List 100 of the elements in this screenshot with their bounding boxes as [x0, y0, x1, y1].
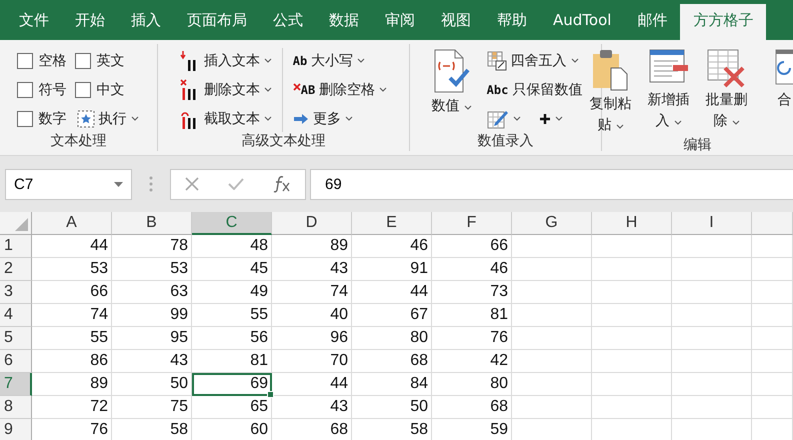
- table-cell[interactable]: 72: [32, 396, 112, 419]
- row-header[interactable]: 8: [0, 396, 32, 419]
- table-cell[interactable]: 69: [192, 373, 272, 396]
- table-cell[interactable]: 60: [192, 419, 272, 440]
- table-cell[interactable]: 91: [352, 258, 432, 281]
- table-cell[interactable]: [592, 373, 672, 396]
- table-cell[interactable]: 84: [352, 373, 432, 396]
- ribbon-button[interactable]: 数值: [426, 48, 477, 117]
- ribbon-tab[interactable]: 视图: [428, 0, 484, 40]
- table-cell[interactable]: 67: [352, 304, 432, 327]
- function-icon[interactable]: [272, 175, 291, 193]
- column-header[interactable]: E: [352, 212, 432, 235]
- checkbox[interactable]: [16, 110, 32, 126]
- table-cell[interactable]: 56: [192, 327, 272, 350]
- checkbox[interactable]: [16, 82, 32, 98]
- table-cell[interactable]: 76: [432, 327, 512, 350]
- table-cell[interactable]: 73: [432, 281, 512, 304]
- ribbon-tab[interactable]: 开始: [62, 0, 118, 40]
- table-cell[interactable]: 75: [112, 396, 192, 419]
- checkbox[interactable]: [74, 52, 90, 68]
- table-cell[interactable]: [512, 373, 592, 396]
- row-header[interactable]: 1: [0, 235, 32, 258]
- table-cell[interactable]: 99: [112, 304, 192, 327]
- row-header[interactable]: 3: [0, 281, 32, 304]
- ribbon-button[interactable]: 更多: [290, 106, 390, 131]
- name-box[interactable]: C7: [5, 168, 132, 200]
- table-cell[interactable]: 53: [112, 258, 192, 281]
- table-cell[interactable]: [752, 304, 793, 327]
- table-cell[interactable]: [512, 350, 592, 373]
- row-header[interactable]: 5: [0, 327, 32, 350]
- table-cell[interactable]: [752, 396, 793, 419]
- ribbon-tab[interactable]: 公式: [260, 0, 316, 40]
- ribbon-button[interactable]: Ab 大小写: [290, 48, 390, 73]
- checkbox[interactable]: [16, 52, 32, 68]
- table-cell[interactable]: 48: [192, 235, 272, 258]
- column-header[interactable]: [752, 212, 793, 235]
- table-cell[interactable]: 42: [432, 350, 512, 373]
- ribbon-button[interactable]: 删除文本: [178, 77, 274, 102]
- table-cell[interactable]: 68: [352, 350, 432, 373]
- row-header[interactable]: 9: [0, 419, 32, 440]
- table-cell[interactable]: [672, 304, 752, 327]
- table-cell[interactable]: 43: [112, 350, 192, 373]
- ribbon-button[interactable]: 执行: [74, 106, 140, 131]
- ribbon-tab[interactable]: 数据: [316, 0, 372, 40]
- table-cell[interactable]: 44: [32, 235, 112, 258]
- table-cell[interactable]: 44: [272, 373, 352, 396]
- table-cell[interactable]: 50: [352, 396, 432, 419]
- table-cell[interactable]: 70: [272, 350, 352, 373]
- table-cell[interactable]: [672, 396, 752, 419]
- table-cell[interactable]: 44: [352, 281, 432, 304]
- ribbon-button[interactable]: Abc 只保留数值: [484, 77, 584, 102]
- ribbon-button[interactable]: 截取文本: [178, 106, 274, 131]
- table-cell[interactable]: 59: [432, 419, 512, 440]
- table-cell[interactable]: [512, 396, 592, 419]
- column-header[interactable]: C: [192, 212, 272, 235]
- table-cell[interactable]: 66: [32, 281, 112, 304]
- table-cell[interactable]: 89: [32, 373, 112, 396]
- ribbon-button[interactable]: 合: [760, 48, 793, 111]
- ribbon-tab[interactable]: 方方格子: [680, 4, 766, 40]
- table-cell[interactable]: 40: [272, 304, 352, 327]
- cancel-icon[interactable]: [185, 177, 200, 191]
- table-cell[interactable]: 68: [272, 419, 352, 440]
- row-header[interactable]: 7: [0, 373, 32, 396]
- table-cell[interactable]: [592, 281, 672, 304]
- table-cell[interactable]: 46: [432, 258, 512, 281]
- table-cell[interactable]: 74: [32, 304, 112, 327]
- formula-input[interactable]: 69: [310, 168, 793, 200]
- column-header[interactable]: G: [512, 212, 592, 235]
- table-cell[interactable]: [592, 258, 672, 281]
- table-cell[interactable]: [592, 327, 672, 350]
- table-cell[interactable]: [672, 258, 752, 281]
- select-all-icon[interactable]: [15, 218, 28, 231]
- table-cell[interactable]: 89: [272, 235, 352, 258]
- table-cell[interactable]: 95: [112, 327, 192, 350]
- check-icon[interactable]: [228, 178, 244, 190]
- table-cell[interactable]: [512, 235, 592, 258]
- table-cell[interactable]: [752, 327, 793, 350]
- column-header[interactable]: I: [672, 212, 752, 235]
- table-cell[interactable]: 55: [192, 304, 272, 327]
- table-cell[interactable]: 55: [32, 327, 112, 350]
- table-cell[interactable]: [592, 304, 672, 327]
- table-cell[interactable]: [752, 281, 793, 304]
- ribbon-button[interactable]: 批量删除: [702, 48, 752, 132]
- table-cell[interactable]: 63: [112, 281, 192, 304]
- table-cell[interactable]: [752, 373, 793, 396]
- table-cell[interactable]: 68: [432, 396, 512, 419]
- column-header[interactable]: A: [32, 212, 112, 235]
- column-header[interactable]: D: [272, 212, 352, 235]
- table-cell[interactable]: 46: [352, 235, 432, 258]
- table-cell[interactable]: 65: [192, 396, 272, 419]
- table-cell[interactable]: 66: [432, 235, 512, 258]
- table-cell[interactable]: [752, 235, 793, 258]
- table-cell[interactable]: 49: [192, 281, 272, 304]
- checkbox[interactable]: [74, 82, 90, 98]
- table-cell[interactable]: 96: [272, 327, 352, 350]
- table-cell[interactable]: [752, 258, 793, 281]
- ribbon-tab[interactable]: AudTool: [540, 0, 624, 40]
- row-header[interactable]: 6: [0, 350, 32, 373]
- table-cell[interactable]: 53: [32, 258, 112, 281]
- ribbon-button[interactable]: AB 删除空格: [290, 77, 390, 102]
